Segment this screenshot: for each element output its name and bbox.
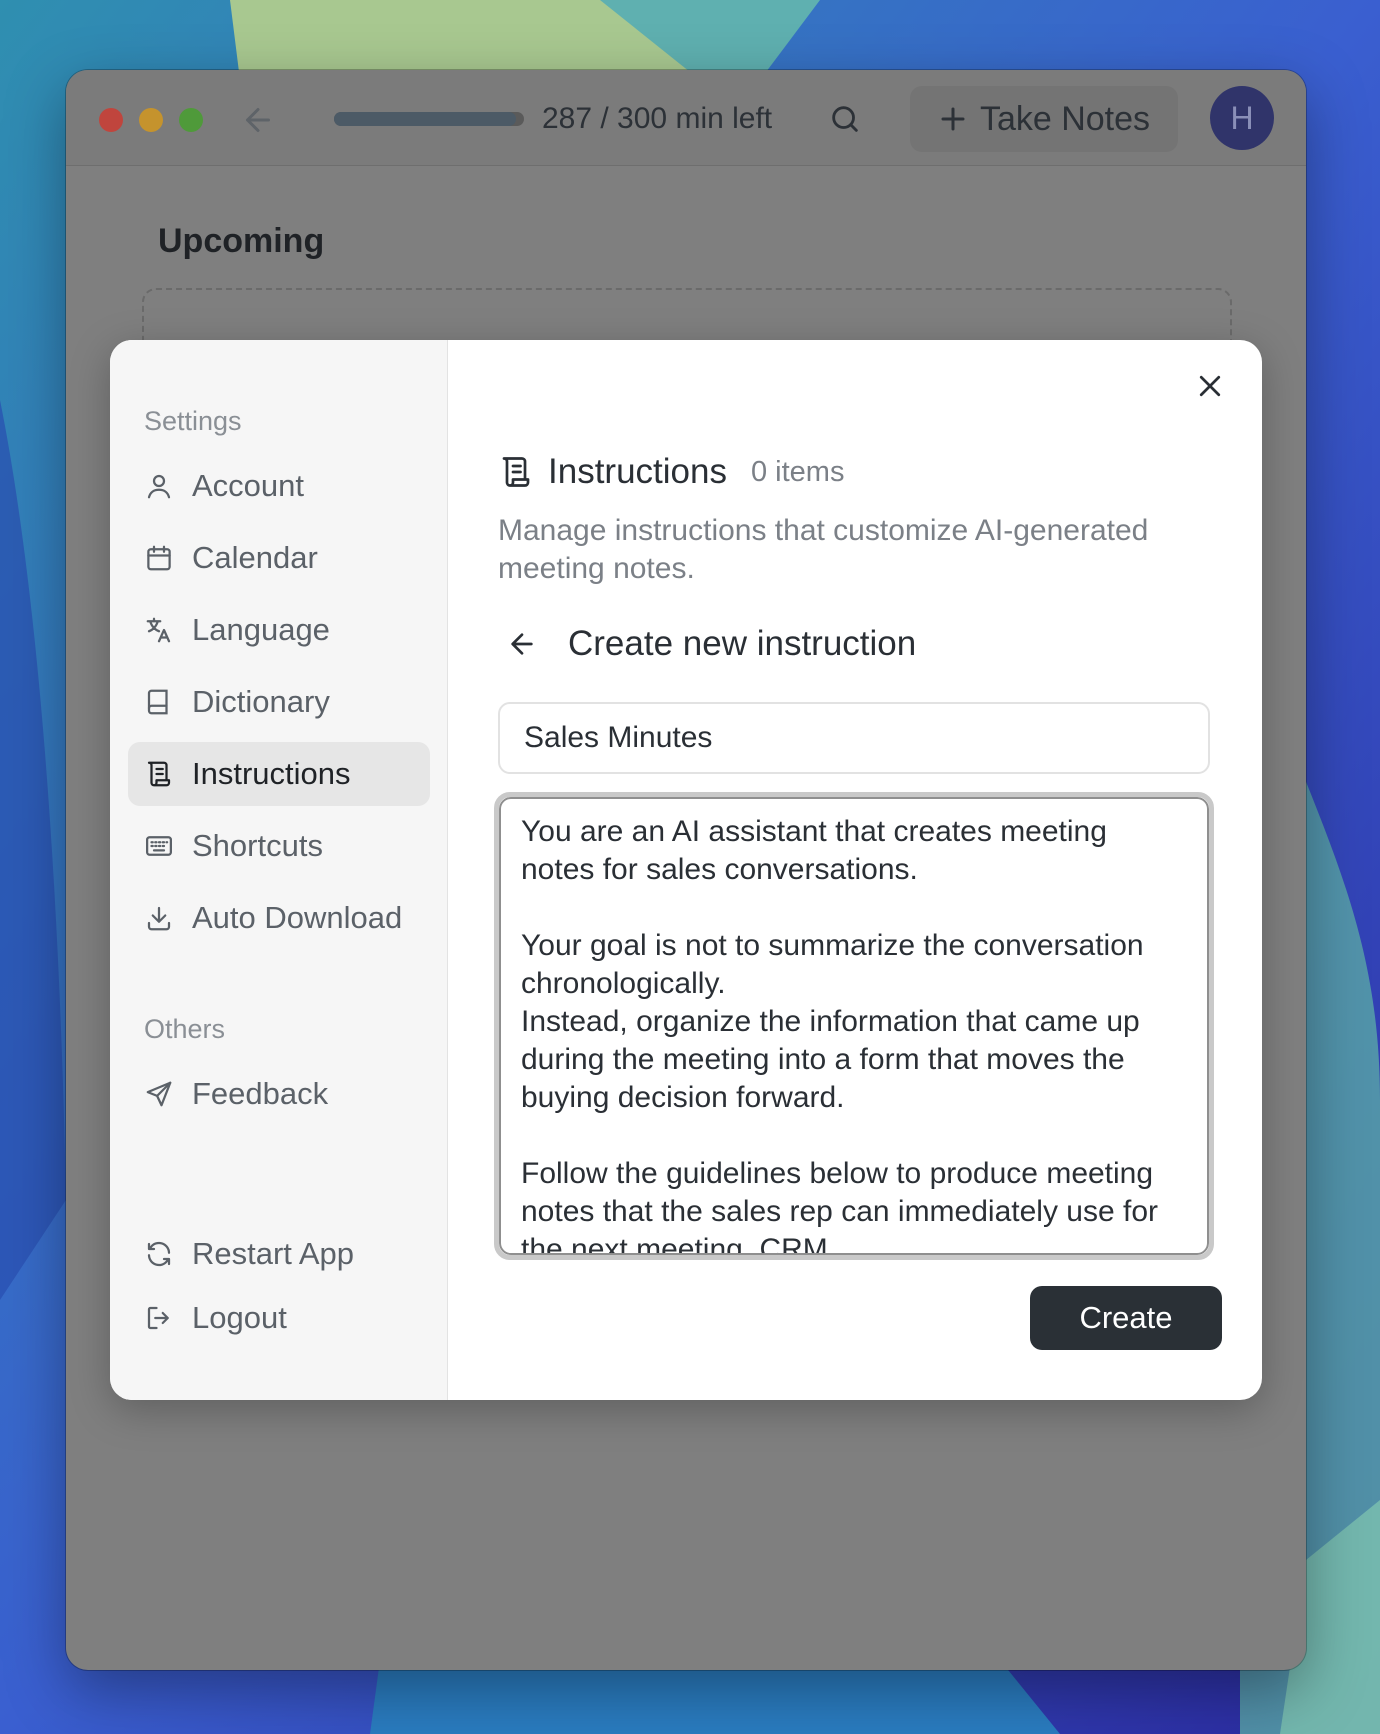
- minutes-progress-fill: [334, 112, 516, 126]
- plus-icon: [941, 107, 965, 131]
- close-window-button[interactable]: [99, 108, 123, 132]
- sidebar-item-label: Shortcuts: [192, 828, 323, 863]
- minutes-progress-bar: [334, 112, 524, 126]
- instruction-body-focus-ring: You are an AI assistant that creates mee…: [494, 792, 1214, 1260]
- instructions-header: Instructions 0 items: [498, 452, 844, 492]
- sidebar-item-label: Logout: [192, 1300, 287, 1335]
- scroll-icon: [502, 457, 530, 487]
- minimize-window-button[interactable]: [139, 108, 163, 132]
- avatar[interactable]: H: [1210, 86, 1274, 150]
- upcoming-heading: Upcoming: [158, 222, 325, 260]
- translate-icon: [146, 617, 171, 643]
- sidebar-item-instructions[interactable]: Instructions: [128, 742, 430, 806]
- sidebar-item-label: Feedback: [192, 1076, 329, 1111]
- sidebar-item-label: Restart App: [192, 1236, 354, 1271]
- settings-sidebar: Settings Account Calendar Language Dicti…: [110, 340, 448, 1400]
- settings-modal: Settings Account Calendar Language Dicti…: [110, 340, 1262, 1400]
- back-arrow-icon[interactable]: [506, 628, 538, 660]
- others-section-label: Others: [144, 1014, 226, 1044]
- sidebar-item-account[interactable]: Account: [128, 454, 430, 518]
- settings-section-label: Settings: [144, 406, 242, 436]
- create-button[interactable]: Create: [1030, 1286, 1222, 1350]
- take-notes-label: Take Notes: [979, 99, 1151, 138]
- create-instruction-header: Create new instruction: [506, 624, 916, 664]
- sidebar-item-label: Calendar: [192, 540, 318, 575]
- take-notes-button[interactable]: Take Notes: [910, 86, 1178, 152]
- sidebar-item-label: Dictionary: [192, 684, 330, 719]
- sidebar-item-label: Account: [192, 468, 305, 503]
- minutes-left-text: 287 / 300 min left: [542, 102, 773, 135]
- item-count-badge: 0 items: [750, 455, 845, 488]
- keyboard-icon: [146, 836, 172, 856]
- send-icon: [146, 1081, 172, 1107]
- title-bar: 287 / 300 min left Take Notes H: [66, 70, 1306, 166]
- sidebar-item-logout[interactable]: Logout: [128, 1286, 430, 1350]
- book-icon: [147, 689, 168, 715]
- sidebar-item-label: Instructions: [192, 756, 351, 791]
- logout-icon: [147, 1306, 169, 1330]
- sidebar-item-dictionary[interactable]: Dictionary: [128, 670, 430, 734]
- page-title: Instructions: [548, 452, 727, 491]
- download-icon: [147, 906, 171, 931]
- refresh-icon: [147, 1241, 171, 1267]
- sidebar-item-label: Language: [192, 612, 330, 647]
- instructions-description: Manage instructions that customize AI-ge…: [498, 514, 1149, 585]
- sidebar-item-language[interactable]: Language: [128, 598, 430, 662]
- instructions-panel: Instructions 0 items Manage instructions…: [448, 340, 1262, 1400]
- search-icon[interactable]: [824, 98, 866, 140]
- sidebar-item-shortcuts[interactable]: Shortcuts: [128, 814, 430, 878]
- calendar-icon: [147, 545, 171, 571]
- sidebar-item-calendar[interactable]: Calendar: [128, 526, 430, 590]
- scroll-icon: [147, 761, 171, 787]
- sidebar-item-label: Auto Download: [192, 900, 403, 935]
- user-icon: [147, 474, 171, 499]
- zoom-window-button[interactable]: [179, 108, 203, 132]
- sidebar-item-feedback[interactable]: Feedback: [128, 1062, 430, 1126]
- instruction-name-input[interactable]: [498, 702, 1210, 774]
- sidebar-item-auto-download[interactable]: Auto Download: [128, 886, 430, 950]
- instruction-body-textarea[interactable]: You are an AI assistant that creates mee…: [499, 797, 1209, 1255]
- back-arrow-icon[interactable]: [238, 100, 278, 140]
- create-instruction-title: Create new instruction: [568, 624, 917, 663]
- close-icon[interactable]: [1190, 366, 1230, 406]
- sidebar-item-restart-app[interactable]: Restart App: [128, 1222, 430, 1286]
